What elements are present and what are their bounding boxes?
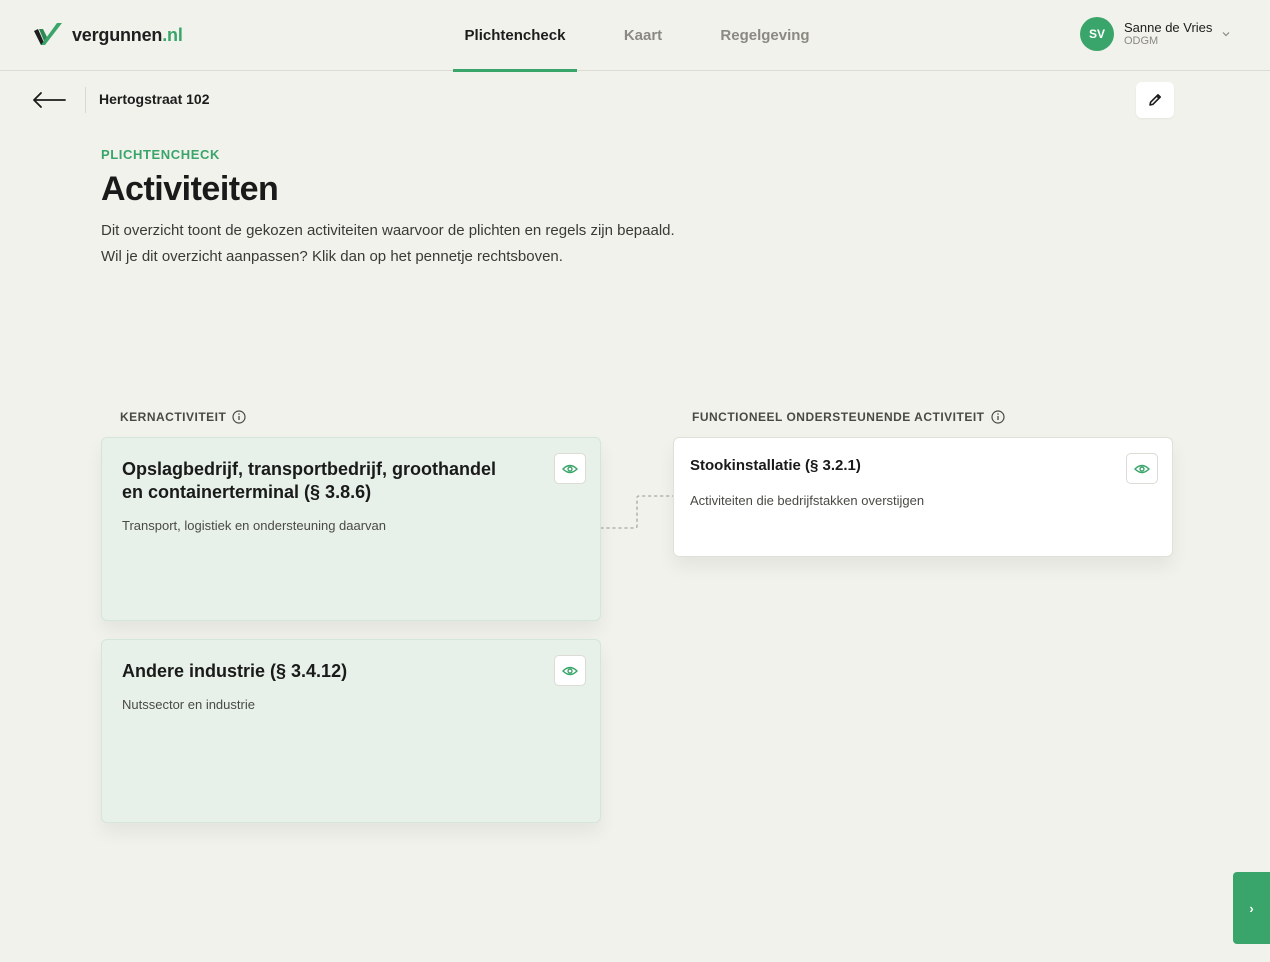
- top-bar: vergunnen.nl Plichtencheck Kaart Regelge…: [0, 0, 1270, 72]
- section-label-core: KERNACTIVITEIT: [120, 410, 246, 424]
- pencil-icon: [1149, 94, 1161, 106]
- view-button[interactable]: [554, 655, 586, 686]
- info-icon[interactable]: [232, 410, 246, 424]
- view-button[interactable]: [554, 453, 586, 484]
- next-button[interactable]: ›: [1233, 872, 1270, 944]
- tab-plichtencheck[interactable]: Plichtencheck: [453, 0, 577, 72]
- brand-logo[interactable]: vergunnen.nl: [32, 21, 183, 49]
- edit-button[interactable]: [1136, 82, 1174, 118]
- card-connector: [601, 495, 673, 529]
- activity-title: Andere industrie (§ 3.4.12): [122, 661, 348, 681]
- eyebrow-label: PLICHTENCHECK: [101, 147, 221, 162]
- eye-icon: [562, 666, 578, 675]
- main-nav: Plichtencheck Kaart Regelgeving: [453, 0, 821, 72]
- activity-description: Transport, logistiek en ondersteuning da…: [122, 518, 387, 533]
- checkmark-logo-icon: [34, 23, 62, 45]
- activity-description: Activiteiten die bedrijfstakken overstij…: [690, 493, 925, 508]
- chevron-right-icon: ›: [1249, 900, 1254, 916]
- activity-card[interactable]: Opslagbedrijf, transportbedrijf, grootha…: [101, 437, 601, 621]
- address-title: Hertogstraat 102: [99, 91, 210, 107]
- section-label-support: FUNCTIONEEL ONDERSTEUNENDE ACTIVITEIT: [692, 410, 1005, 424]
- eye-icon: [1134, 464, 1150, 473]
- arrow-left-icon: [33, 92, 66, 108]
- activity-description: Nutssector en industrie: [122, 697, 255, 712]
- supporting-activity-card[interactable]: Stookinstallatie (§ 3.2.1) Activiteiten …: [673, 437, 1173, 557]
- eye-icon: [562, 464, 578, 473]
- page-title: Activiteiten: [101, 170, 279, 208]
- intro-text: Dit overzicht toont de gekozen activitei…: [101, 222, 675, 265]
- brand-tld: .nl: [162, 24, 183, 45]
- divider: [85, 87, 86, 113]
- brand-name: vergunnen: [72, 24, 163, 45]
- tab-regelgeving[interactable]: Regelgeving: [709, 0, 821, 71]
- activity-card[interactable]: Andere industrie (§ 3.4.12) Nutssector e…: [101, 639, 601, 823]
- view-button[interactable]: [1126, 453, 1158, 484]
- activity-title: Opslagbedrijf, transportbedrijf, grootha…: [122, 459, 497, 502]
- tab-kaart[interactable]: Kaart: [577, 0, 709, 71]
- info-icon[interactable]: [990, 410, 1005, 424]
- user-menu[interactable]: SV Sanne de Vries ODGM: [1080, 17, 1230, 51]
- user-org: ODGM: [1124, 35, 1159, 48]
- activity-title: Stookinstallatie (§ 3.2.1): [690, 457, 861, 474]
- back-button[interactable]: [32, 88, 66, 112]
- user-name: Sanne de Vries: [1124, 19, 1213, 35]
- avatar: SV: [1080, 17, 1114, 51]
- chevron-down-icon: [1222, 29, 1230, 40]
